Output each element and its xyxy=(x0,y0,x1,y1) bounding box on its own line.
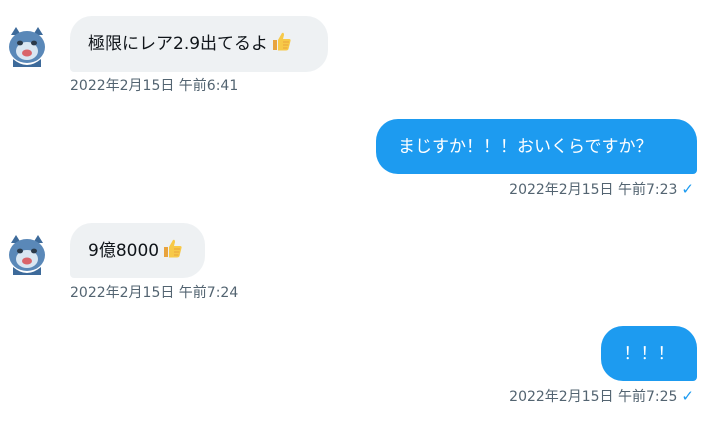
thumbs-up-icon xyxy=(270,30,292,58)
dm-conversation: 極限にレア2.9出てるよ 2022年2月15日 午前6:41 まじすか！！！おい… xyxy=(0,0,704,424)
message-text: まじすか！！！おいくらですか？ xyxy=(398,136,653,157)
message-timestamp: 2022年2月15日 午前7:24 xyxy=(70,285,239,301)
message-text: 9億8000 xyxy=(88,240,160,261)
cat-avatar-icon xyxy=(9,27,45,67)
avatar[interactable] xyxy=(6,25,48,69)
message-timestamp: 2022年2月15日 午前6:41 xyxy=(70,78,239,94)
read-check-icon: ✓ xyxy=(681,387,694,405)
message-bubble-outgoing[interactable]: まじすか！！！おいくらですか？ xyxy=(376,119,697,174)
cat-avatar-icon xyxy=(9,235,45,275)
timestamp-text: 2022年2月15日 午前7:25 xyxy=(509,389,678,405)
read-check-icon: ✓ xyxy=(681,180,694,198)
message-timestamp: 2022年2月15日 午前7:25 ✓ xyxy=(509,387,694,406)
avatar[interactable] xyxy=(6,233,48,277)
message-bubble-incoming[interactable]: 9億8000 xyxy=(70,223,205,278)
message-text: 極限にレア2.9出てるよ xyxy=(88,34,269,54)
thumbs-up-icon xyxy=(161,237,183,265)
message-text: ！！！ xyxy=(623,343,675,364)
timestamp-text: 2022年2月15日 午前7:23 xyxy=(509,182,678,198)
message-timestamp: 2022年2月15日 午前7:23 ✓ xyxy=(509,180,694,199)
message-bubble-outgoing[interactable]: ！！！ xyxy=(601,326,697,381)
message-bubble-incoming[interactable]: 極限にレア2.9出てるよ xyxy=(70,16,328,72)
